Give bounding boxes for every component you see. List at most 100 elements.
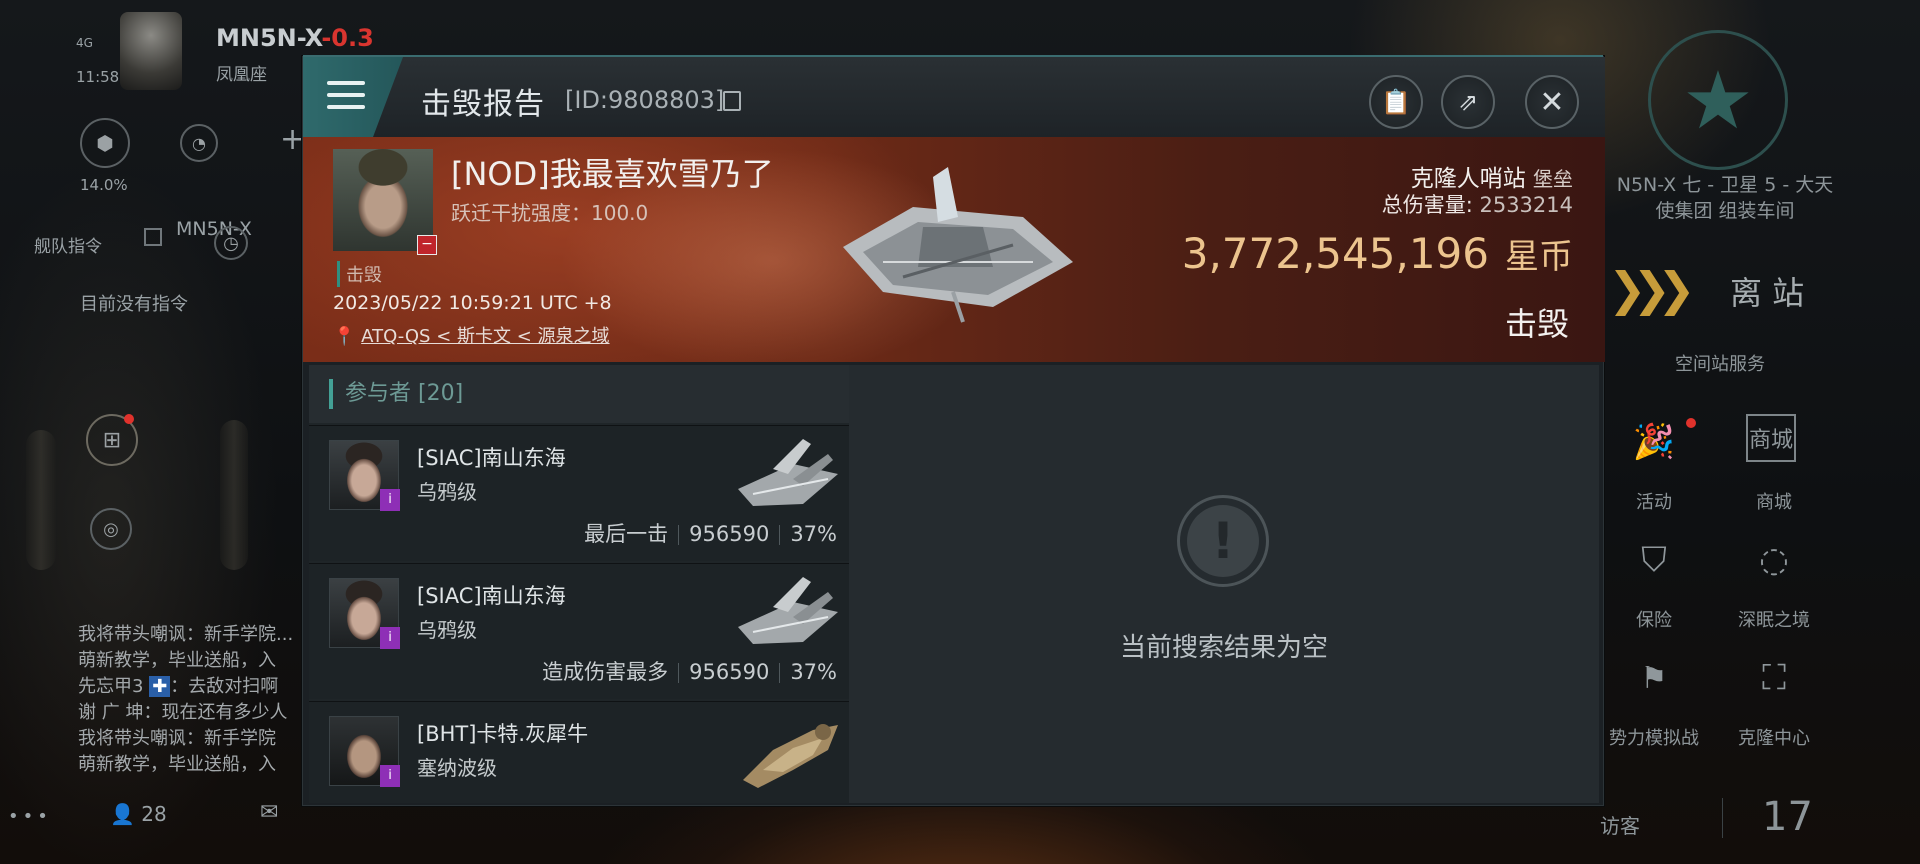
dialog-header: 击毁报告 [ID:9808803] 📋 ⇗ ✕ — [303, 57, 1605, 137]
cargo-cube-icon[interactable]: ⬢ — [80, 118, 130, 168]
clipboard-button[interactable]: 📋 — [1369, 75, 1423, 129]
radar-icon[interactable]: ◔ — [180, 124, 218, 162]
system-name[interactable]: MN5N-X-0.3 — [216, 24, 374, 52]
search-result-panel: ! 当前搜索结果为空 — [849, 365, 1599, 803]
close-button[interactable]: ✕ — [1525, 75, 1579, 129]
visitors-label[interactable]: 访客 — [1600, 810, 1640, 839]
participant-stats: 最后一击 956590 37% — [584, 522, 837, 546]
sunesis-ship-image — [743, 724, 838, 788]
victim-banner: − [NOD]我最喜欢雪乃了 跃迁干扰强度：100.0 击毁 2023/05/2… — [303, 137, 1605, 362]
share-button[interactable]: ⇗ — [1441, 75, 1495, 129]
service-label[interactable]: 活动 — [1594, 488, 1714, 514]
participant-name: [SIAC]南山东海 — [417, 446, 566, 470]
participant-portrait: i — [329, 578, 400, 649]
chat-line[interactable]: 萌新教学，毕业送船，入 — [78, 646, 308, 672]
participant-portrait: i — [329, 716, 400, 787]
victim-portrait[interactable]: − — [333, 149, 437, 255]
visitors-count: 17 — [1762, 794, 1813, 840]
destroyed-tag: 击毁 — [337, 261, 382, 287]
chat-line[interactable]: 我将带头嘲讽：新手学院... — [78, 620, 308, 646]
insurance-shield-icon[interactable]: ⛉ — [1626, 532, 1682, 588]
undock-button[interactable]: 离 站 — [1730, 268, 1804, 314]
fleet-command-label[interactable]: 舰队指令 — [34, 232, 102, 257]
notification-dot — [1686, 418, 1696, 428]
dialog-title: 击毁报告 — [421, 87, 545, 122]
station-location-line1: N5N-X 七 - 卫星 5 - 大天 — [1616, 174, 1834, 196]
empty-result-text: 当前搜索结果为空 — [1119, 633, 1328, 663]
participant-ship: 塞纳波级 — [417, 756, 497, 780]
kill-location[interactable]: 📍 ATQ-QS < 斯卡文 < 源泉之域 — [333, 322, 610, 348]
chat-line[interactable]: 谢 广 坤：现在还有多少人 — [78, 698, 308, 724]
service-label[interactable]: 克隆中心 — [1714, 724, 1834, 750]
undock-arrows-icon[interactable]: ❯❯❯ — [1608, 262, 1696, 316]
raven-ship-image — [738, 577, 838, 644]
store-icon[interactable]: 商城 — [1746, 414, 1796, 462]
party-popper-icon[interactable]: 🎉 — [1626, 414, 1682, 470]
more-dots-icon[interactable]: ••• — [8, 806, 52, 827]
service-label[interactable]: 势力模拟战 — [1594, 724, 1714, 750]
corp-badge: i — [380, 489, 400, 511]
hamburger-icon — [327, 81, 365, 111]
no-command-text: 目前没有指令 — [80, 294, 188, 315]
chat-line[interactable]: 先忘甲3 ✚ ：去敌对扫啊 — [78, 672, 308, 698]
participant-row[interactable]: i [BHT]卡特.灰犀牛 塞纳波级 — [309, 701, 849, 803]
participants-panel: 参与者 [20] i [SIAC]南山东海 乌鸦级 最后一击 956590 37% … — [309, 365, 849, 803]
clone-center-icon[interactable]: ⛶ — [1746, 650, 1802, 706]
participant-portrait: i — [329, 440, 400, 511]
service-label[interactable]: 深眠之境 — [1714, 606, 1834, 632]
chat-line[interactable]: 我将带头嘲讽：新手学院 — [78, 724, 308, 750]
kill-report-dialog: 击毁报告 [ID:9808803] 📋 ⇗ ✕ − [NOD]我最喜欢雪乃了 跃… — [302, 55, 1605, 806]
participants-title: 参与者 [20] — [329, 379, 463, 409]
cargo-percent: 14.0% — [80, 176, 128, 194]
structure-name: 克隆人哨站 堡垒 — [1410, 166, 1573, 192]
background-pillar — [220, 420, 248, 570]
clipboard-icon: 📋 — [1381, 88, 1411, 116]
online-users[interactable]: 👤 28 — [110, 802, 167, 826]
kill-datetime: 2023/05/22 10:59:21 UTC +8 — [333, 292, 612, 314]
close-icon: ✕ — [1539, 84, 1565, 120]
corp-badge: i — [380, 765, 400, 787]
participant-row[interactable]: i [SIAC]南山东海 乌鸦级 最后一击 956590 37% — [309, 425, 849, 561]
isk-value: 3,772,545,196 星币 — [1181, 229, 1573, 278]
hostile-badge: − — [417, 235, 437, 255]
abyss-icon[interactable]: ◌ — [1746, 532, 1802, 588]
service-label[interactable]: 商城 — [1714, 488, 1834, 514]
corporation-star-emblem: ★ — [1648, 30, 1788, 170]
station-location-line2: 使集团 组装车间 — [1655, 200, 1795, 222]
mail-icon[interactable]: ✉ — [260, 800, 278, 825]
divider — [1722, 798, 1723, 838]
region-text: 凤凰座 — [216, 65, 267, 85]
report-id: [ID:9808803] — [565, 86, 725, 114]
result-label: 击毁 — [1504, 305, 1569, 343]
raven-ship-image — [738, 439, 838, 506]
signal-indicator: 4G — [76, 36, 93, 50]
menu-button[interactable] — [303, 57, 403, 137]
participant-stats: 造成伤害最多 956590 37% — [542, 660, 837, 684]
station-services-label: 空间站服务 — [1675, 354, 1765, 375]
destroyed-structure-image — [843, 167, 1073, 323]
exclamation-icon: ! — [1177, 495, 1269, 587]
total-damage: 总伤害量: 2533214 — [1381, 193, 1573, 217]
participant-ship: 乌鸦级 — [417, 618, 477, 642]
share-icon: ⇗ — [1457, 88, 1479, 116]
notification-dot — [124, 414, 134, 424]
player-avatar[interactable] — [120, 12, 182, 90]
participant-ship: 乌鸦级 — [417, 480, 477, 504]
warp-interference: 跃迁干扰强度：100.0 — [451, 201, 649, 225]
background-pillar — [26, 430, 56, 570]
crossed-flags-icon[interactable]: ⚑ — [1626, 650, 1682, 706]
victim-name[interactable]: [NOD]我最喜欢雪乃了 — [451, 149, 774, 195]
chat-line[interactable]: 萌新教学，毕业送船，入 — [78, 750, 308, 776]
participant-row[interactable]: i [SIAC]南山东海 乌鸦级 造成伤害最多 956590 37% — [309, 563, 849, 699]
fleet-checkbox[interactable] — [144, 228, 162, 246]
user-icon: 👤 — [110, 802, 135, 826]
copy-icon[interactable] — [723, 91, 741, 111]
corp-badge: i — [380, 627, 400, 649]
clock: 11:58 — [76, 68, 120, 86]
participant-name: [SIAC]南山东海 — [417, 584, 566, 608]
target-icon[interactable]: ◎ — [90, 508, 132, 550]
service-label[interactable]: 保险 — [1594, 606, 1714, 632]
clock-icon[interactable]: ◷ — [214, 226, 248, 260]
location-pin-icon: 📍 — [333, 326, 356, 347]
participant-name: [BHT]卡特.灰犀牛 — [417, 722, 589, 746]
